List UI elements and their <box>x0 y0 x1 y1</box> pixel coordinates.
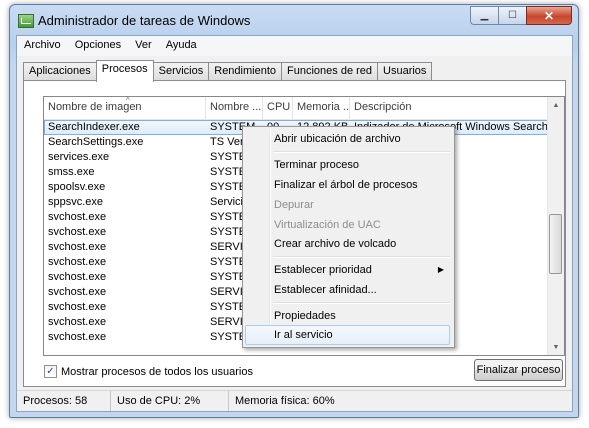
menu-separator <box>273 151 450 153</box>
sort-ascending-icon: ^ <box>126 97 130 105</box>
cell-image-name: smss.exe <box>48 166 95 178</box>
maximize-button[interactable]: ☐ <box>498 6 526 25</box>
scroll-down-icon[interactable]: ▼ <box>548 339 564 355</box>
status-bar: Procesos: 58 Uso de CPU: 2% Memoria físi… <box>17 390 572 411</box>
end-process-button[interactable]: Finalizar proceso <box>474 359 563 381</box>
menu-create-dump-file[interactable]: Crear archivo de volcado <box>245 234 450 254</box>
title-bar[interactable]: Administrador de tareas de Windows ▁ ☐ ✕ <box>10 5 578 35</box>
cell-image-name: SearchIndexer.exe <box>48 121 140 133</box>
cell-image-name: svchost.exe <box>48 331 107 343</box>
menu-debug: Depurar <box>274 199 314 211</box>
window-title: Administrador de tareas de Windows <box>38 13 251 28</box>
show-all-users-label: Mostrar procesos de todos los usuarios <box>61 365 253 378</box>
show-all-users-option[interactable]: ✓ Mostrar procesos de todos los usuarios <box>44 365 253 378</box>
status-processes: Procesos: 58 <box>17 391 111 411</box>
tab-procesos[interactable]: Procesos <box>95 60 154 82</box>
menu-properties[interactable]: Propiedades <box>245 306 450 326</box>
status-physical-memory: Memoria física: 60% <box>235 395 335 407</box>
menu-uac-virtualization: Virtualización de UAC <box>274 219 381 231</box>
menu-end-process-tree[interactable]: Finalizar el árbol de procesos <box>245 175 450 195</box>
cell-image-name: svchost.exe <box>48 286 107 298</box>
scroll-up-icon[interactable]: ▲ <box>548 97 564 113</box>
submenu-arrow-icon: ▶ <box>437 265 444 274</box>
column-header-image-name[interactable]: ^ Nombre de imagen <box>44 97 206 119</box>
menu-ver[interactable]: Ver <box>128 36 159 56</box>
column-header-user-name[interactable]: Nombre ... <box>206 97 263 119</box>
menu-archivo[interactable]: Archivo <box>17 36 68 56</box>
window-controls: ▁ ☐ ✕ <box>470 6 572 25</box>
tab-funciones-de-red[interactable]: Funciones de red <box>281 62 379 81</box>
menu-separator <box>273 256 450 258</box>
cell-image-name: svchost.exe <box>48 316 107 328</box>
maximize-icon: ☐ <box>508 10 517 21</box>
menu-set-affinity[interactable]: Establecer afinidad... <box>245 280 450 300</box>
checkmark-icon: ✓ <box>46 366 55 377</box>
menu-set-priority[interactable]: Establecer prioridad ▶ <box>245 260 450 280</box>
menu-opciones[interactable]: Opciones <box>68 36 128 56</box>
cell-image-name: services.exe <box>48 151 110 163</box>
menu-go-to-service[interactable]: Ir al servicio <box>245 325 450 345</box>
vertical-scrollbar[interactable]: ▲ ▼ <box>547 97 564 355</box>
minimize-button[interactable]: ▁ <box>470 6 498 25</box>
tab-strip: Aplicaciones Procesos Servicios Rendimie… <box>23 60 433 82</box>
cell-image-name: svchost.exe <box>48 211 107 223</box>
cell-image-name: spoolsv.exe <box>48 181 106 193</box>
column-header-cpu[interactable]: CPU <box>263 97 293 119</box>
menu-ayuda[interactable]: Ayuda <box>159 36 204 56</box>
cell-image-name: svchost.exe <box>48 226 107 238</box>
column-header-description[interactable]: Descripción <box>350 97 548 119</box>
menu-open-file-location[interactable]: Abrir ubicación de archivo <box>245 129 450 149</box>
menu-bar: Archivo Opciones Ver Ayuda <box>17 36 572 56</box>
tab-rendimiento[interactable]: Rendimiento <box>208 62 283 81</box>
menu-separator <box>273 302 450 304</box>
close-button[interactable]: ✕ <box>526 6 572 25</box>
cell-image-name: sppsvc.exe <box>48 196 104 208</box>
cell-image-name: svchost.exe <box>48 256 107 268</box>
menu-end-process[interactable]: Terminar proceso <box>245 155 450 175</box>
cell-image-name: svchost.exe <box>48 241 107 253</box>
task-manager-icon <box>18 14 34 28</box>
list-header: ^ Nombre de imagen Nombre ... CPU Memori… <box>44 97 548 120</box>
show-all-users-checkbox[interactable]: ✓ <box>44 365 57 378</box>
menu-set-priority-label: Establecer prioridad <box>274 264 372 276</box>
minimize-icon: ▁ <box>480 10 489 21</box>
process-context-menu: Abrir ubicación de archivo Terminar proc… <box>242 126 455 348</box>
close-icon: ✕ <box>543 8 555 23</box>
tab-aplicaciones[interactable]: Aplicaciones <box>23 62 97 81</box>
cell-image-name: SearchSettings.exe <box>48 136 144 148</box>
column-header-memory[interactable]: Memoria ... <box>293 97 350 119</box>
status-cpu-usage: Uso de CPU: 2% <box>111 391 229 411</box>
cell-image-name: svchost.exe <box>48 271 107 283</box>
scroll-thumb[interactable] <box>549 214 562 274</box>
tab-usuarios[interactable]: Usuarios <box>377 62 433 81</box>
tab-servicios[interactable]: Servicios <box>152 62 210 81</box>
cell-image-name: svchost.exe <box>48 301 107 313</box>
